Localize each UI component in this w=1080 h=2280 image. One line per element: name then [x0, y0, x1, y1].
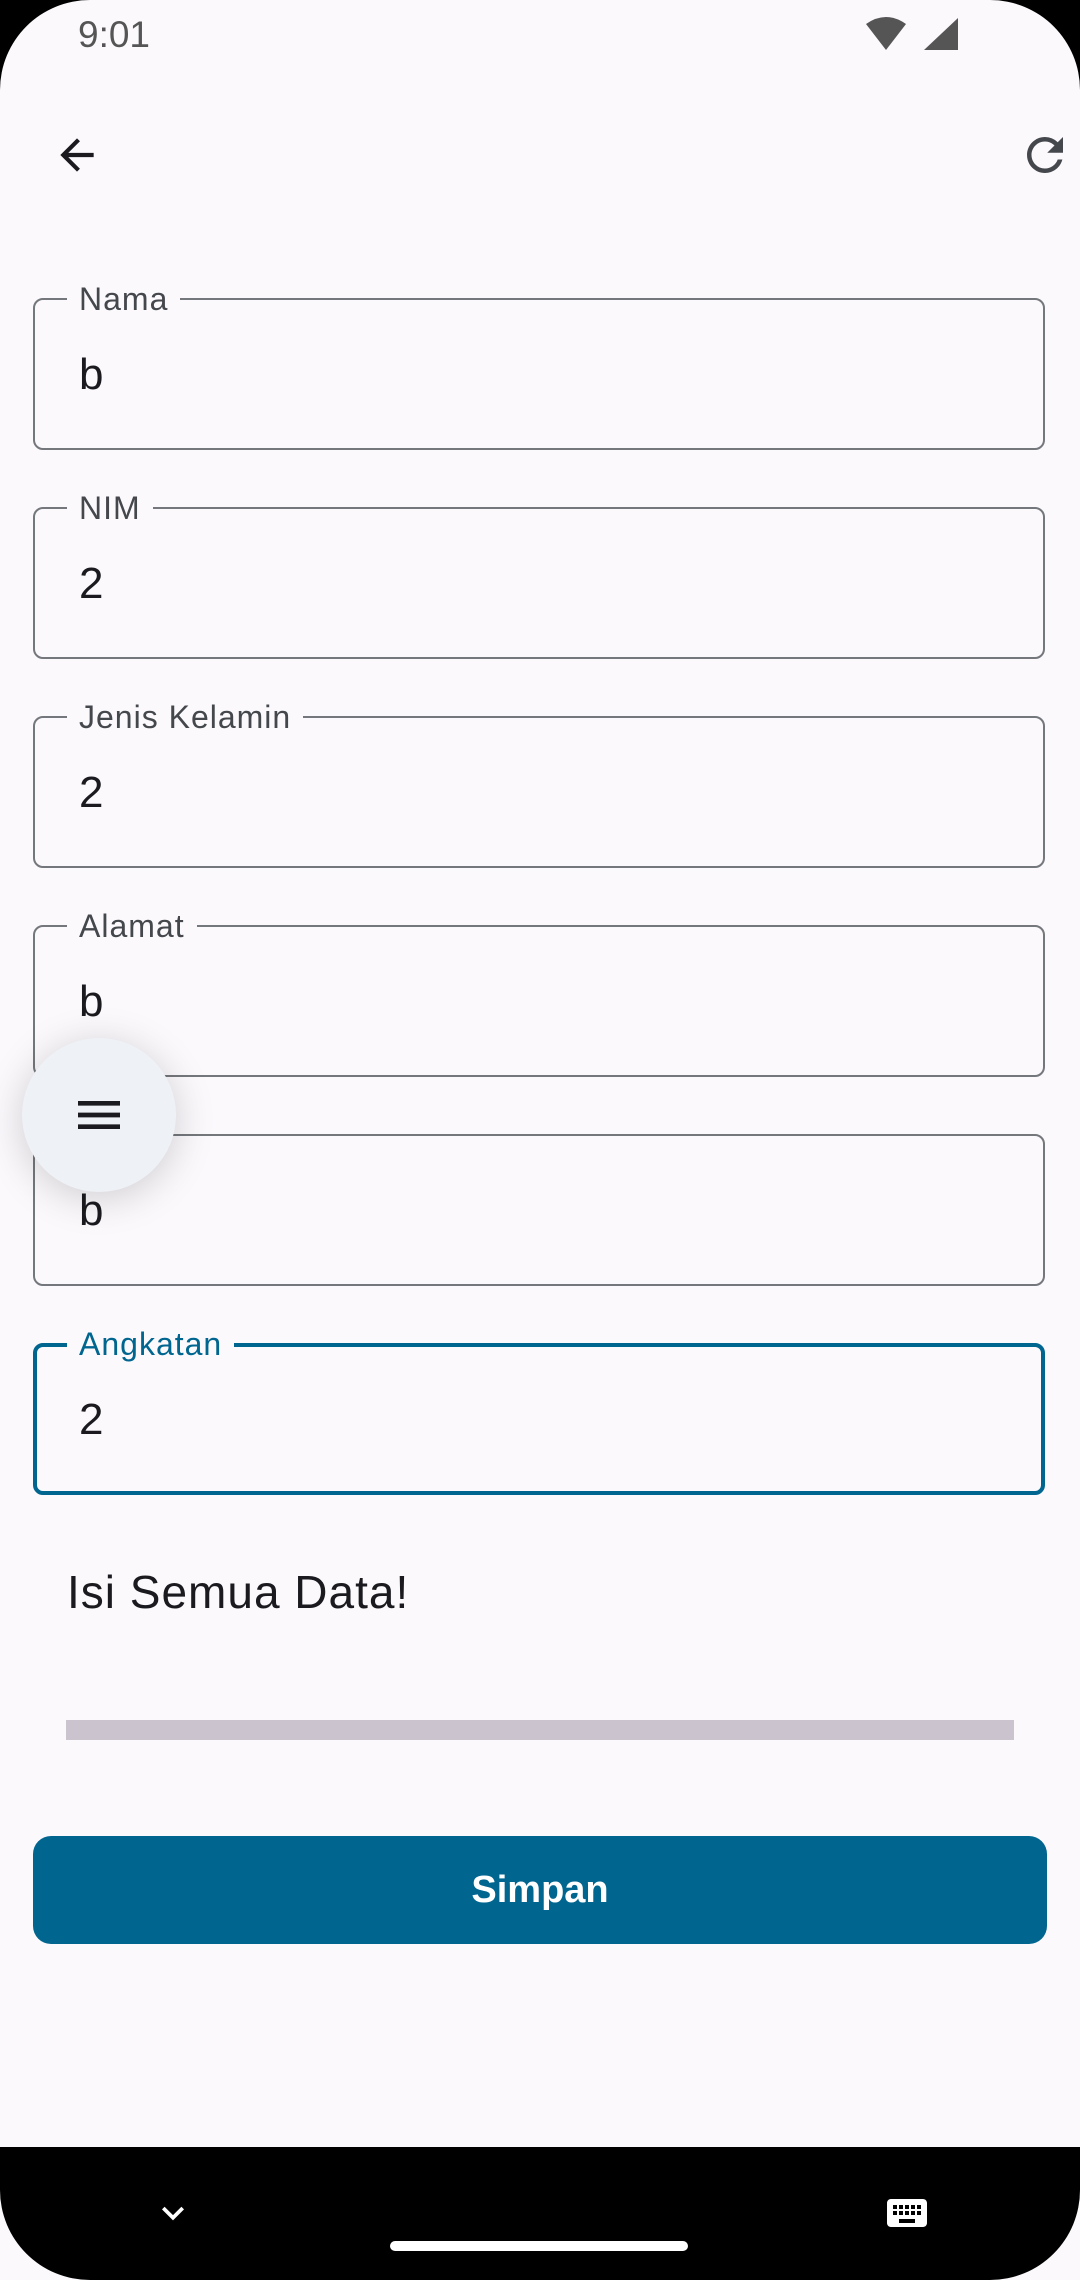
nama-label: Nama	[67, 281, 181, 317]
status-time: 9:01	[78, 14, 151, 55]
menu-icon	[78, 1101, 120, 1129]
keyboard-icon	[887, 2199, 927, 2227]
jenis-kelamin-field[interactable]: Jenis Kelamin 2	[33, 699, 1045, 868]
home-gesture-handle[interactable]	[390, 2241, 688, 2251]
angkatan-input[interactable]: 2	[79, 1395, 103, 1445]
progress-bar	[66, 1720, 1014, 1740]
nim-label: NIM	[67, 490, 153, 526]
validation-message: Isi Semua Data!	[67, 1566, 410, 1618]
arrow-back-icon	[60, 138, 94, 172]
nim-field[interactable]: NIM 2	[33, 490, 1045, 659]
nama-input[interactable]: b	[79, 350, 103, 400]
status-bar: 9:01	[0, 0, 1080, 72]
jenis-kelamin-input[interactable]: 2	[79, 768, 103, 818]
chevron-down-icon	[162, 2206, 184, 2221]
navigation-bar	[0, 2147, 1080, 2280]
jenis-kelamin-label: Jenis Kelamin	[67, 699, 304, 735]
back-button[interactable]	[32, 110, 122, 200]
nama-field[interactable]: Nama b	[33, 281, 1045, 450]
collapse-keyboard-button[interactable]	[133, 2173, 213, 2253]
angkatan-label: Angkatan	[67, 1326, 235, 1362]
app-screen: 9:01 Nama b NIM 2 Jenis Kelamin 2 Alamat…	[0, 0, 1080, 2280]
menu-fab[interactable]	[22, 1038, 176, 1192]
angkatan-field[interactable]: Angkatan 2	[33, 1326, 1045, 1495]
cell-signal-icon	[924, 18, 958, 50]
nim-input[interactable]: 2	[79, 559, 103, 609]
status-icons	[864, 16, 964, 61]
hidden-label-field[interactable]: b	[33, 1134, 1045, 1286]
wifi-icon	[866, 17, 906, 50]
refresh-button[interactable]	[1000, 110, 1080, 200]
top-app-bar	[0, 110, 1080, 200]
alamat-input[interactable]: b	[79, 977, 103, 1027]
refresh-icon	[1027, 137, 1063, 173]
alamat-field[interactable]: Alamat b	[33, 908, 1045, 1077]
hidden-label-input[interactable]: b	[79, 1186, 103, 1236]
save-button[interactable]: Simpan	[33, 1836, 1047, 1944]
alamat-label: Alamat	[67, 908, 197, 944]
keyboard-switch-button[interactable]	[867, 2173, 947, 2253]
